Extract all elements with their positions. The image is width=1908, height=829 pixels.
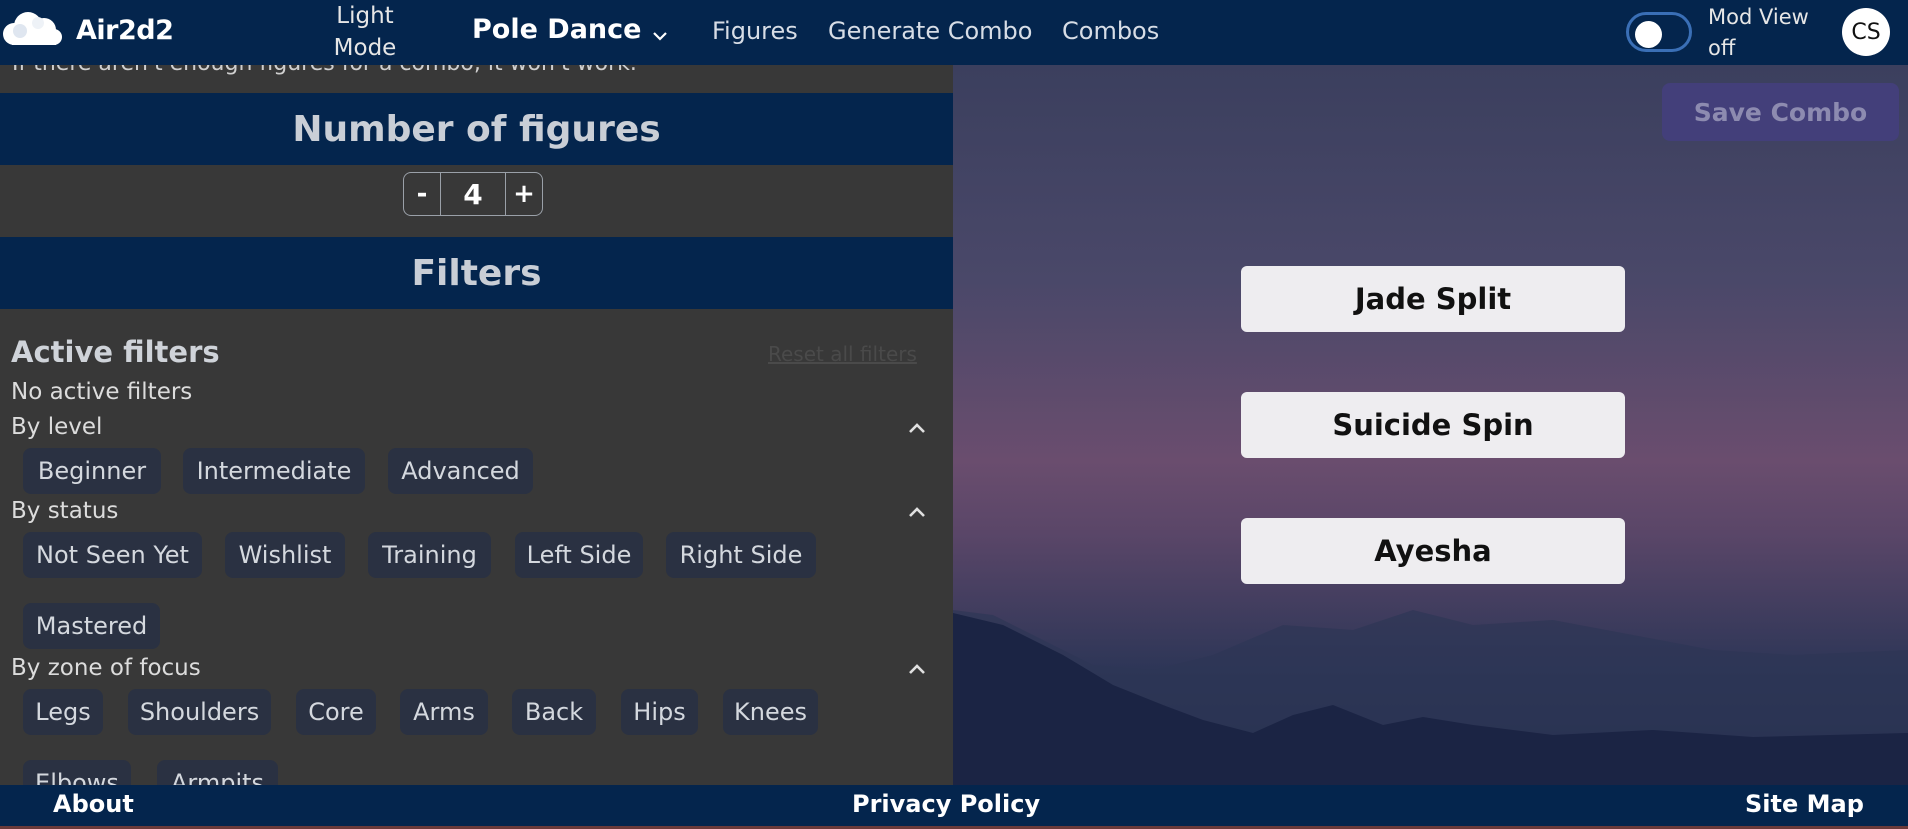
chip-training[interactable]: Training: [368, 532, 491, 578]
mod-view-toggle[interactable]: [1626, 12, 1692, 52]
chip-left-side[interactable]: Left Side: [515, 532, 643, 578]
chip-hips[interactable]: Hips: [621, 689, 698, 735]
no-active-filters-text: No active filters: [11, 379, 193, 405]
sport-label: Pole Dance: [472, 14, 642, 45]
level-group-label: By level: [11, 414, 103, 440]
combo-warning-text: If there aren't enough figures for a com…: [12, 65, 637, 76]
combo-settings-panel: If there aren't enough figures for a com…: [0, 65, 953, 785]
chip-right-side[interactable]: Right Side: [666, 532, 816, 578]
figure-count-value[interactable]: 4: [440, 173, 506, 215]
combo-figure-card[interactable]: Ayesha: [1241, 518, 1625, 584]
chip-legs[interactable]: Legs: [23, 689, 103, 735]
chip-mastered[interactable]: Mastered: [23, 603, 160, 649]
number-of-figures-heading: Number of figures: [0, 93, 953, 165]
status-group-label: By status: [11, 498, 119, 524]
combo-figure-card[interactable]: Suicide Spin: [1241, 392, 1625, 458]
cloud-logo-icon: [0, 10, 62, 50]
mod-view-label: Mod View off: [1708, 2, 1809, 64]
chip-not-seen-yet[interactable]: Not Seen Yet: [23, 532, 202, 578]
chip-advanced[interactable]: Advanced: [388, 448, 533, 494]
chevron-up-icon[interactable]: [906, 501, 928, 523]
chip-armpits[interactable]: Armpits: [157, 760, 278, 785]
footer-privacy-link[interactable]: Privacy Policy: [852, 790, 1040, 818]
footer-about-link[interactable]: About: [53, 790, 134, 818]
chip-beginner[interactable]: Beginner: [23, 448, 161, 494]
mod-view-line1: Mod View: [1708, 5, 1809, 29]
save-combo-button[interactable]: Save Combo: [1662, 83, 1899, 141]
light-mode-line2: Mode: [333, 35, 397, 61]
figure-count-stepper: - 4 +: [403, 172, 543, 216]
top-navbar: Air2d2 Light Mode Pole Dance Figures Gen…: [0, 0, 1908, 65]
active-filters-title: Active filters: [11, 335, 220, 369]
decrement-button[interactable]: -: [404, 173, 440, 215]
mod-view-line2: off: [1708, 36, 1736, 60]
brand-link[interactable]: Air2d2: [0, 10, 174, 50]
combo-preview-area: Save Combo Jade Split Suicide Spin Ayesh…: [953, 65, 1908, 785]
chip-core[interactable]: Core: [296, 689, 376, 735]
nav-generate-combo[interactable]: Generate Combo: [828, 17, 1032, 45]
brand-name: Air2d2: [76, 14, 174, 46]
chip-knees[interactable]: Knees: [723, 689, 818, 735]
light-mode-line1: Light: [336, 3, 394, 29]
footer-sitemap-link[interactable]: Site Map: [1745, 790, 1864, 818]
chevron-up-icon[interactable]: [906, 658, 928, 680]
footer: About Privacy Policy Site Map: [0, 785, 1908, 829]
zone-group-label: By zone of focus: [11, 655, 201, 681]
chip-shoulders[interactable]: Shoulders: [128, 689, 271, 735]
increment-button[interactable]: +: [506, 173, 542, 215]
chip-wishlist[interactable]: Wishlist: [225, 532, 345, 578]
light-mode-toggle[interactable]: Light Mode: [330, 0, 400, 64]
toggle-knob: [1635, 21, 1662, 48]
chip-elbows[interactable]: Elbows: [23, 760, 131, 785]
avatar[interactable]: CS: [1842, 8, 1890, 56]
chip-arms[interactable]: Arms: [400, 689, 488, 735]
chip-intermediate[interactable]: Intermediate: [183, 448, 365, 494]
sport-dropdown[interactable]: Pole Dance: [472, 14, 669, 45]
chevron-down-icon: [651, 21, 669, 41]
chevron-up-icon[interactable]: [906, 417, 928, 439]
combo-figure-card[interactable]: Jade Split: [1241, 266, 1625, 332]
chip-back[interactable]: Back: [512, 689, 596, 735]
reset-filters-link[interactable]: Reset all filters: [768, 342, 917, 366]
nav-figures[interactable]: Figures: [712, 17, 798, 45]
filters-heading: Filters: [0, 237, 953, 309]
nav-combos[interactable]: Combos: [1062, 17, 1159, 45]
